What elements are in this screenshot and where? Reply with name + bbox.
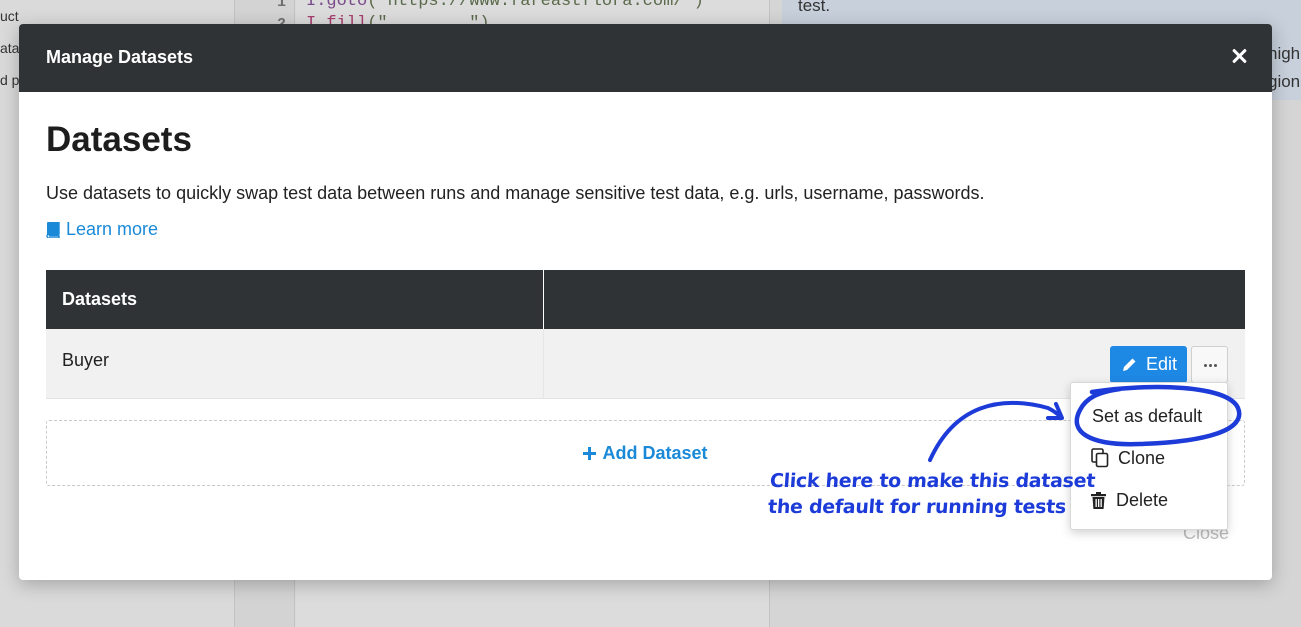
code-line: I.goto("https://www.fareastflora.com/")	[306, 0, 704, 11]
bg-left-text: d p	[0, 72, 20, 88]
ellipsis-icon	[1204, 364, 1207, 367]
annotation-line: Click here to make this dataset	[769, 470, 1096, 492]
column-header-actions	[544, 270, 1245, 329]
line-number: 1	[276, 0, 286, 11]
more-options-button[interactable]	[1191, 346, 1228, 383]
ellipsis-icon	[1214, 364, 1217, 367]
bg-note-text: test.	[798, 0, 831, 15]
close-icon[interactable]	[1228, 45, 1250, 67]
code-prefix: I.	[306, 0, 327, 11]
table-row: Buyer Edit	[46, 329, 1245, 399]
table-header: Datasets	[46, 270, 1245, 329]
learn-more-link[interactable]: Learn more	[46, 219, 158, 240]
column-header-datasets: Datasets	[46, 270, 544, 329]
edit-button[interactable]: Edit	[1110, 346, 1187, 383]
bg-left-text: uct	[0, 8, 19, 24]
menu-item-set-default[interactable]: Set as default	[1071, 397, 1227, 435]
pencil-icon	[1123, 358, 1136, 371]
description-text: Use datasets to quickly swap test data b…	[46, 183, 985, 203]
page-title: Datasets	[46, 120, 192, 159]
annotation-text: Click here to make this dataset the defa…	[767, 468, 1096, 520]
book-icon	[46, 221, 60, 238]
dataset-options-menu: Set as default Clone Delete	[1070, 382, 1228, 530]
delete-label: Delete	[1116, 489, 1169, 510]
code-fn: goto	[326, 0, 368, 11]
clone-label: Clone	[1118, 447, 1166, 468]
modal-title: Manage Datasets	[46, 47, 194, 67]
code-rest: ("https://www.fareastflora.com/")	[367, 0, 704, 11]
plus-icon	[583, 446, 597, 460]
annotation-line: the default for running tests	[767, 496, 1067, 518]
edit-label: Edit	[1146, 354, 1178, 374]
ellipsis-icon	[1209, 364, 1212, 367]
dataset-name: Buyer	[46, 329, 544, 398]
add-dataset-label: Add Dataset	[602, 442, 708, 463]
datasets-table: Datasets Buyer Edit	[46, 270, 1245, 399]
bg-right-text: gion	[1268, 72, 1301, 91]
bg-right-text: nigh	[1268, 44, 1301, 63]
bg-left-text: ata	[0, 40, 20, 56]
modal-header: Manage Datasets	[19, 24, 1272, 92]
copy-icon	[1091, 448, 1109, 468]
learn-more-label: Learn more	[66, 219, 159, 239]
